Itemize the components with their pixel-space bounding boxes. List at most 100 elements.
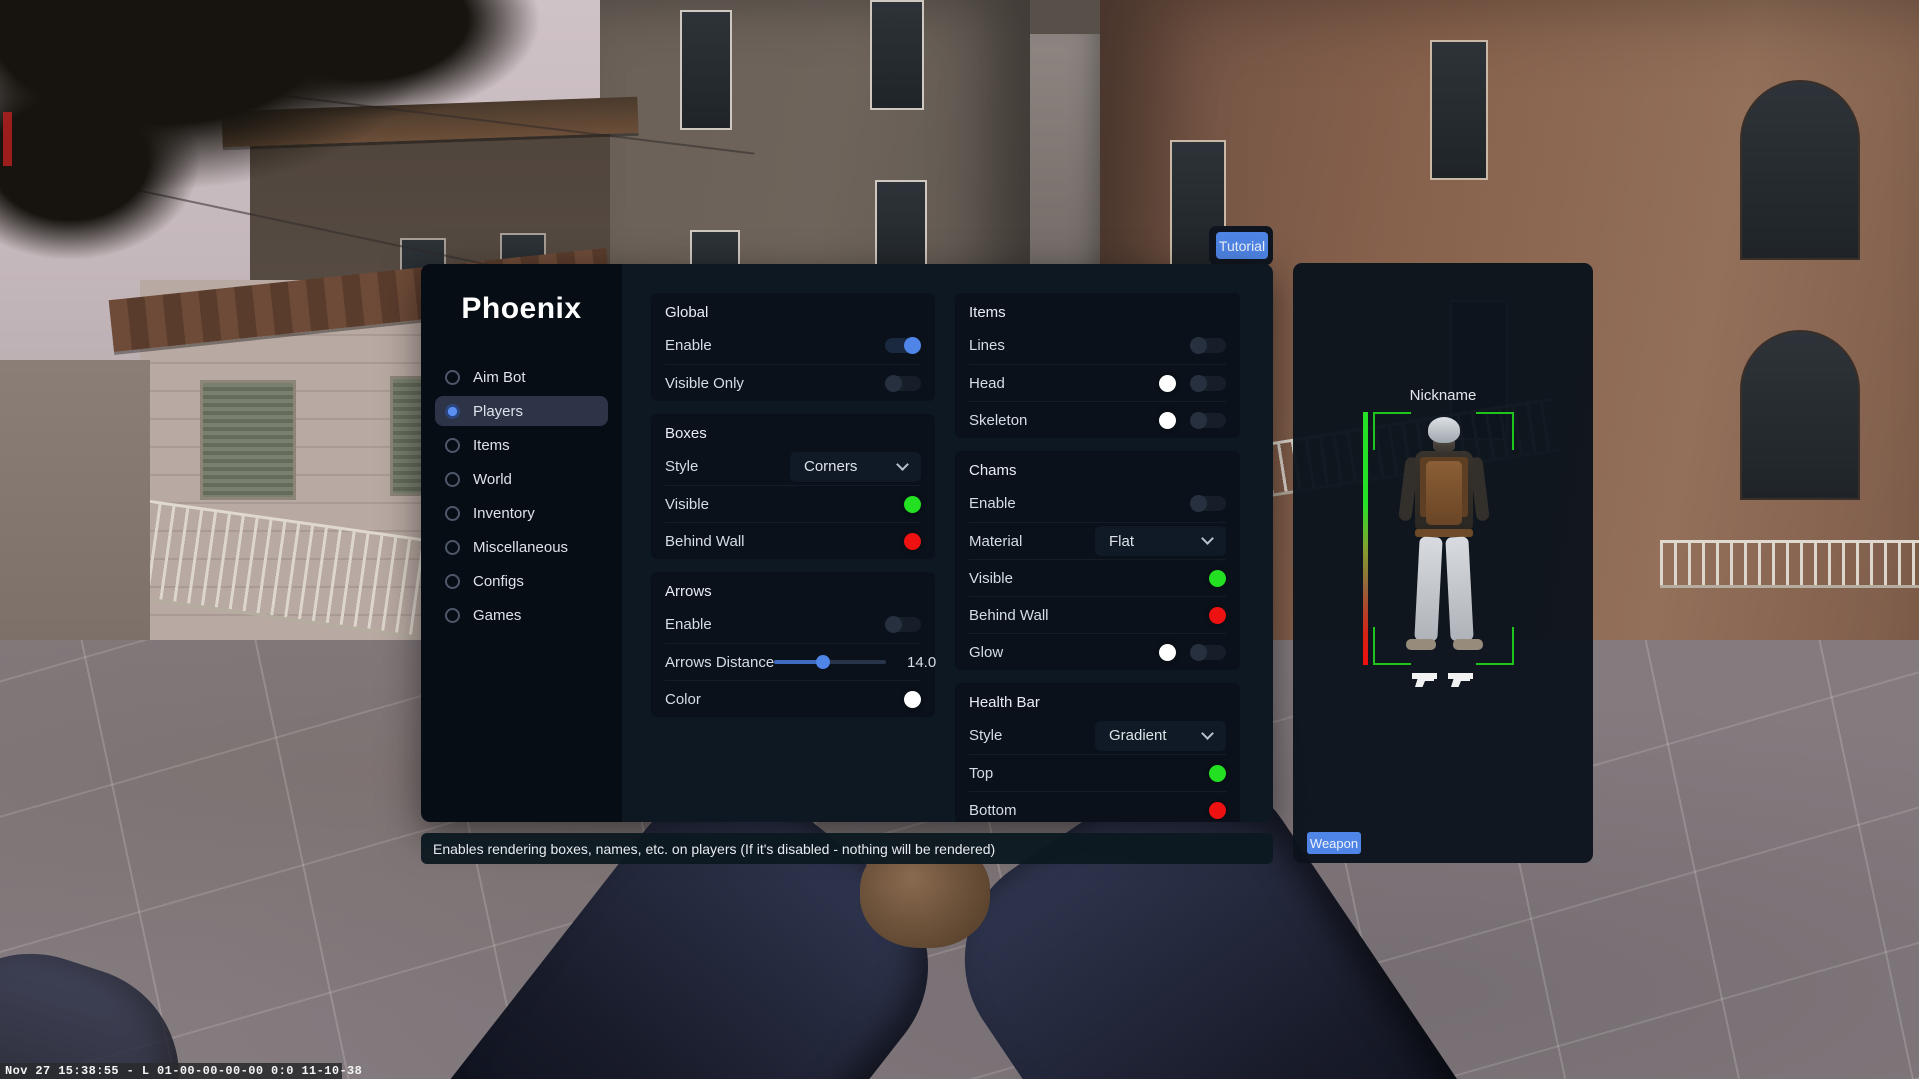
row-label: Head xyxy=(969,375,1005,392)
row-controls xyxy=(1159,375,1226,392)
row-enable: Enable xyxy=(665,327,921,364)
radio-icon xyxy=(445,370,460,385)
row-controls xyxy=(1190,496,1226,511)
row-controls: Gradient xyxy=(1095,721,1226,751)
dropdown-material[interactable]: Flat xyxy=(1095,526,1226,556)
toggle-glow[interactable] xyxy=(1190,645,1226,660)
row-enable: Enable xyxy=(665,606,921,643)
player-shoe xyxy=(1453,639,1483,650)
player-belt xyxy=(1415,529,1473,537)
settings-column-1: GlobalEnableVisible OnlyBoxesStyleCorner… xyxy=(651,293,935,730)
dropdown-style[interactable]: Gradient xyxy=(1095,721,1226,751)
toggle-knob xyxy=(885,375,902,392)
sidebar-item-configs[interactable]: Configs xyxy=(435,566,608,596)
scene-shuttered-window xyxy=(200,380,296,500)
tooltip-bar: Enables rendering boxes, names, etc. on … xyxy=(421,833,1273,864)
card-title: Items xyxy=(969,293,1226,327)
scene-window xyxy=(1740,80,1860,260)
radio-icon xyxy=(445,438,460,453)
card-title: Chams xyxy=(969,451,1226,485)
sidebar-item-label: Inventory xyxy=(473,505,535,522)
row-controls xyxy=(885,338,921,353)
player-leg xyxy=(1445,536,1473,641)
row-arrows-distance: Arrows Distance14.0 xyxy=(665,643,921,680)
sidebar-item-games[interactable]: Games xyxy=(435,600,608,630)
row-color: Color xyxy=(665,680,921,717)
toggle-enable[interactable] xyxy=(885,338,921,353)
scene-balcony-rail xyxy=(1660,540,1919,588)
row-controls xyxy=(885,376,921,391)
color-swatch-top[interactable] xyxy=(1209,765,1226,782)
row-lines: Lines xyxy=(969,327,1226,364)
color-swatch-visible[interactable] xyxy=(1209,570,1226,587)
scene-window xyxy=(1430,40,1488,180)
row-visible-only: Visible Only xyxy=(665,364,921,401)
sidebar: Phoenix Aim BotPlayersItemsWorldInventor… xyxy=(421,264,622,822)
row-style: StyleGradient xyxy=(969,717,1226,754)
player-model-preview xyxy=(1373,415,1514,663)
sidebar-item-label: Items xyxy=(473,437,510,454)
color-swatch-head[interactable] xyxy=(1159,375,1176,392)
card-boxes: BoxesStyleCornersVisibleBehind Wall xyxy=(651,414,935,559)
chevron-down-icon xyxy=(1201,532,1214,545)
row-label: Top xyxy=(969,765,993,782)
radio-icon xyxy=(445,472,460,487)
scene-red-detail xyxy=(3,112,12,166)
toggle-enable[interactable] xyxy=(885,617,921,632)
toggle-visible-only[interactable] xyxy=(885,376,921,391)
row-controls xyxy=(904,691,921,708)
sidebar-item-inventory[interactable]: Inventory xyxy=(435,498,608,528)
toggle-head[interactable] xyxy=(1190,376,1226,391)
color-swatch-bottom[interactable] xyxy=(1209,802,1226,819)
slider-knob[interactable] xyxy=(816,655,830,669)
tutorial-button[interactable]: Tutorial xyxy=(1216,232,1268,259)
slider-arrows-distance[interactable] xyxy=(774,660,886,664)
row-glow: Glow xyxy=(969,633,1226,670)
toggle-knob xyxy=(1190,495,1207,512)
pistol-icon xyxy=(1412,671,1438,688)
toggle-knob xyxy=(1190,412,1207,429)
row-controls xyxy=(1159,412,1226,429)
sidebar-item-world[interactable]: World xyxy=(435,464,608,494)
sidebar-item-players[interactable]: Players xyxy=(435,396,608,426)
sidebar-item-aim-bot[interactable]: Aim Bot xyxy=(435,362,608,392)
color-swatch-color[interactable] xyxy=(904,691,921,708)
toggle-skeleton[interactable] xyxy=(1190,413,1226,428)
color-swatch-behind-wall[interactable] xyxy=(1209,607,1226,624)
color-swatch-skeleton[interactable] xyxy=(1159,412,1176,429)
color-swatch-visible[interactable] xyxy=(904,496,921,513)
row-controls: Corners xyxy=(790,452,921,482)
sidebar-item-label: Players xyxy=(473,403,523,420)
weapon-button[interactable]: Weapon xyxy=(1307,832,1361,854)
row-label: Enable xyxy=(969,495,1016,512)
toggle-knob xyxy=(1190,337,1207,354)
row-label: Color xyxy=(665,691,701,708)
toggle-enable[interactable] xyxy=(1190,496,1226,511)
dropdown-style[interactable]: Corners xyxy=(790,452,921,482)
row-enable: Enable xyxy=(969,485,1226,522)
radio-icon xyxy=(445,540,460,555)
row-label: Bottom xyxy=(969,802,1017,819)
toggle-knob xyxy=(885,616,902,633)
row-controls xyxy=(1159,644,1226,661)
radio-icon xyxy=(445,608,460,623)
card-title: Global xyxy=(665,293,921,327)
card-health-bar: Health BarStyleGradientTopBottom xyxy=(955,683,1240,822)
sidebar-item-miscellaneous[interactable]: Miscellaneous xyxy=(435,532,608,562)
player-leg xyxy=(1414,536,1442,641)
row-label: Behind Wall xyxy=(969,607,1048,624)
dropdown-value: Gradient xyxy=(1095,727,1203,744)
color-swatch-behind-wall[interactable] xyxy=(904,533,921,550)
row-label: Enable xyxy=(665,616,712,633)
row-bottom: Bottom xyxy=(969,791,1226,822)
toggle-lines[interactable] xyxy=(1190,338,1226,353)
pistol-icon xyxy=(1448,671,1474,688)
row-visible: Visible xyxy=(969,559,1226,596)
color-swatch-glow[interactable] xyxy=(1159,644,1176,661)
row-label: Material xyxy=(969,533,1022,550)
sidebar-item-items[interactable]: Items xyxy=(435,430,608,460)
sidebar-item-label: Games xyxy=(473,607,521,624)
cheat-menu-window: Phoenix Aim BotPlayersItemsWorldInventor… xyxy=(421,264,1273,822)
debug-hud-text: Nov 27 15:38:55 - L 01-00-00-00-00 0:0 1… xyxy=(0,1064,362,1078)
player-vest xyxy=(1426,461,1462,525)
